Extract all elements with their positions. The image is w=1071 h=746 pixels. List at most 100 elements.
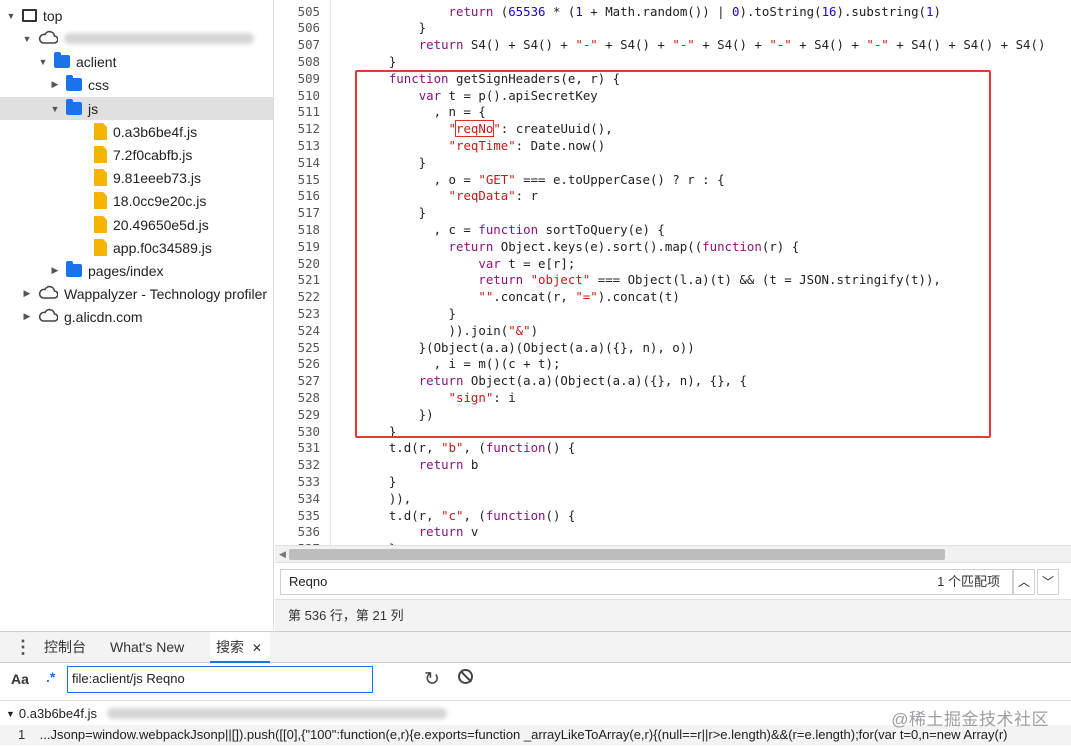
line-number: 520 [297, 255, 320, 271]
code-line[interactable]: 523 } [275, 306, 1071, 323]
code-line[interactable]: 512 "reqNo": createUuid(), [275, 120, 1071, 138]
tree-item[interactable]: 9.81eeeb73.js [0, 166, 273, 189]
find-next-button[interactable]: ﹀ [1037, 569, 1059, 595]
code-line[interactable]: 507 return S4() + S4() + "-" + S4() + "-… [275, 37, 1071, 54]
drawer-tabbar: ⋮ 控制台 What's New 搜索 ✕ [0, 631, 1071, 663]
tree-item[interactable]: 18.0cc9e20c.js [0, 189, 273, 212]
tree-item[interactable]: ▼ top [0, 4, 273, 27]
tree-item[interactable]: ▶ pages/index [0, 259, 273, 282]
tree-item[interactable]: app.f0c34589.js [0, 236, 273, 259]
tree-item[interactable]: 7.2f0cabfb.js [0, 143, 273, 166]
collapsed-arrow-icon[interactable]: ▶ [50, 79, 60, 90]
code-line[interactable]: 529 }) [275, 407, 1071, 424]
code-text: return "object" === Object(l.a)(t) && (t… [359, 272, 941, 289]
code-line[interactable]: 524 )).join("&") [275, 323, 1071, 340]
code-line[interactable]: 518 , c = function sortToQuery(e) { [275, 222, 1071, 239]
result-file-row[interactable]: ▼ 0.a3b6be4f.js [6, 706, 447, 721]
code-token: b [463, 457, 479, 473]
code-token: .concat(r, [493, 289, 576, 305]
code-line[interactable]: 509 function getSignHeaders(e, r) { [275, 71, 1071, 88]
tree-item[interactable]: ▶ Wappalyzer - Technology profiler [0, 282, 273, 305]
tree-item[interactable]: 20.49650e5d.js [0, 213, 273, 236]
clear-icon[interactable] [458, 669, 473, 684]
folder-icon [66, 99, 82, 115]
collapsed-arrow-icon[interactable]: ▶ [50, 265, 60, 276]
code-line[interactable]: 508 } [275, 54, 1071, 71]
tab-search[interactable]: 搜索 ✕ [210, 632, 270, 663]
regex-button[interactable]: .* [46, 669, 55, 685]
code-token: ) [530, 322, 539, 338]
code-line[interactable]: 526 , i = m()(c + t); [275, 356, 1071, 373]
tree-item-label: css [88, 76, 109, 93]
code-line[interactable]: 522 "".concat(r, "=").concat(t) [275, 289, 1071, 306]
result-line-text: ...Jsonp=window.webpackJsonp||[]).push([… [39, 727, 1008, 742]
expanded-arrow-icon[interactable]: ▼ [38, 57, 48, 67]
expanded-arrow-icon[interactable]: ▼ [22, 34, 32, 44]
kebab-menu-icon[interactable]: ⋮ [14, 632, 32, 663]
expanded-arrow-icon[interactable]: ▼ [6, 11, 16, 21]
tree-item[interactable]: ▼ js [0, 97, 273, 120]
match-case-button[interactable]: Aa [11, 671, 29, 687]
result-line-number: 1 [18, 727, 26, 742]
code-line[interactable]: 511 , n = { [275, 104, 1071, 121]
chevron-up-icon: ︿ [1017, 575, 1030, 589]
code-line[interactable]: 528 "sign": i [275, 390, 1071, 407]
code-line[interactable]: 517 } [275, 205, 1071, 222]
code-token: return [418, 373, 464, 389]
collapsed-arrow-icon[interactable]: ▶ [22, 288, 32, 299]
tree-item-label: pages/index [88, 262, 164, 279]
refresh-icon[interactable]: ↻ [424, 668, 440, 691]
code-line[interactable]: 515 , o = "GET" === e.toUpperCase() ? r … [275, 172, 1071, 189]
code-line[interactable]: 536 return v [275, 524, 1071, 541]
expand-arrow-icon: ▼ [6, 708, 15, 719]
horizontal-scrollbar[interactable]: ◀ [275, 545, 1071, 562]
collapsed-arrow-icon[interactable]: ▶ [22, 311, 32, 322]
code-line[interactable]: 510 var t = p().apiSecretKey [275, 88, 1071, 105]
code-token: , n = { [359, 104, 486, 120]
scrollbar-thumb[interactable] [289, 549, 945, 560]
code-line[interactable]: 532 return b [275, 457, 1071, 474]
line-number: 526 [297, 356, 320, 372]
tree-item[interactable]: ▼ [0, 27, 273, 50]
tree-item[interactable]: ▶ g.alicdn.com [0, 305, 273, 328]
scroll-left-arrow[interactable]: ◀ [279, 549, 286, 560]
code-line[interactable]: 506 } [275, 20, 1071, 37]
code-line[interactable]: 516 "reqData": r [275, 188, 1071, 205]
code-token: "GET" [478, 171, 516, 187]
cloud-icon [38, 308, 59, 325]
code-line[interactable]: 533 } [275, 474, 1071, 491]
search-input[interactable]: file:aclient/js Reqno [67, 666, 373, 693]
expanded-arrow-icon[interactable]: ▼ [50, 104, 60, 114]
line-number: 528 [297, 389, 320, 405]
code-line[interactable]: 505 return (65536 * (1 + Math.random()) … [275, 4, 1071, 21]
code-text: function getSignHeaders(e, r) { [359, 71, 620, 88]
code-token: + S4() + [694, 37, 770, 53]
code-line[interactable]: 527 return Object(a.a)(Object(a.a)({}, n… [275, 373, 1071, 390]
find-prev-button[interactable]: ︿ [1013, 569, 1035, 595]
code-token: , o = [359, 171, 479, 187]
code-line[interactable]: 534 )), [275, 491, 1071, 508]
code-line[interactable]: 521 return "object" === Object(l.a)(t) &… [275, 272, 1071, 289]
code-line[interactable]: 535 t.d(r, "c", (function() { [275, 508, 1071, 525]
code-line[interactable]: 513 "reqTime": Date.now() [275, 138, 1071, 155]
close-icon[interactable]: ✕ [252, 641, 262, 655]
line-number: 511 [297, 104, 320, 120]
code-line[interactable]: 514 } [275, 155, 1071, 172]
code-token: } [359, 305, 456, 321]
code-token: + S4() + [597, 37, 673, 53]
code-line[interactable]: 519 return Object.keys(e).sort().map((fu… [275, 239, 1071, 256]
tree-item[interactable]: ▶ css [0, 73, 273, 96]
tree-item[interactable]: 0.a3b6be4f.js [0, 120, 273, 143]
code-line[interactable]: 520 var t = e[r]; [275, 256, 1071, 273]
code-line[interactable]: 525 }(Object(a.a)(Object(a.a)({}, n), o)… [275, 340, 1071, 357]
code-editor[interactable]: 505 return (65536 * (1 + Math.random()) … [275, 0, 1071, 545]
code-token: : r [515, 188, 539, 204]
code-line[interactable]: 531 t.d(r, "b", (function() { [275, 440, 1071, 457]
code-line[interactable]: 530 } [275, 424, 1071, 441]
code-token: var [478, 255, 501, 271]
tab-console[interactable]: 控制台 [44, 632, 86, 663]
tree-item[interactable]: ▼ aclient [0, 50, 273, 73]
tab-whats-new[interactable]: What's New [110, 632, 184, 663]
find-input[interactable]: Reqno 1 个匹配项 [280, 569, 1013, 595]
